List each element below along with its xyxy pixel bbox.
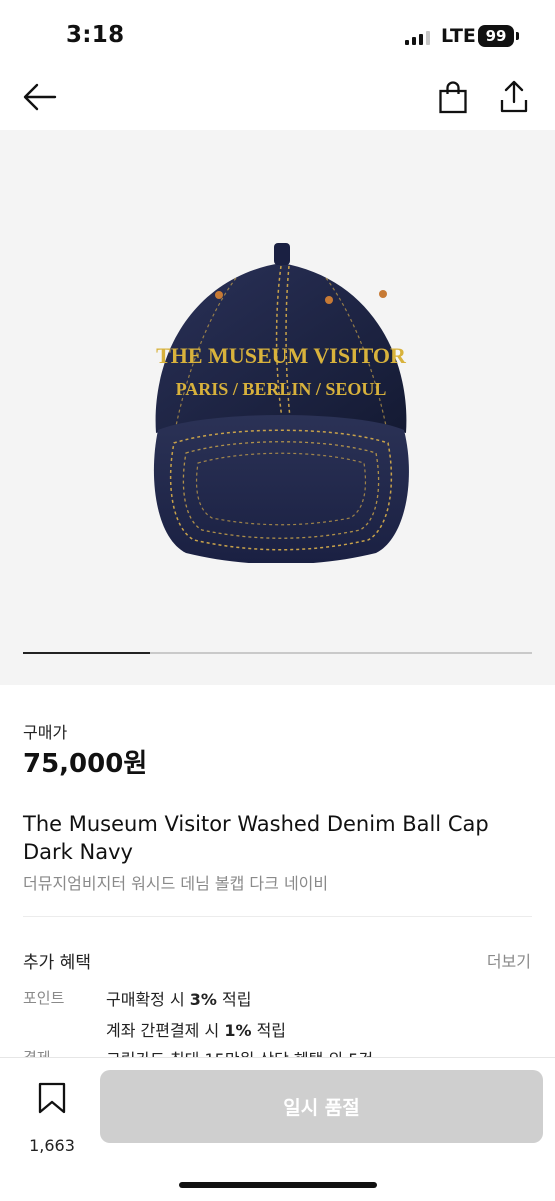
benefit-row-2-bold: 1% — [224, 1021, 252, 1040]
shopping-bag-icon[interactable] — [438, 81, 468, 114]
benefit-row-2: 계좌 간편결제 시 1% 적립 — [106, 1017, 286, 1041]
wishlist-button[interactable]: 1,663 — [24, 1082, 80, 1155]
product-image-carousel[interactable]: THE MUSEUM VISITOR PARIS / BERLIN / SEOU… — [0, 130, 555, 685]
share-icon[interactable] — [499, 80, 529, 114]
network-label: LTE — [441, 25, 476, 47]
battery-tip — [516, 32, 519, 40]
denim-ball-cap-image: THE MUSEUM VISITOR PARIS / BERLIN / SEOU… — [153, 243, 409, 563]
battery-icon: 99 — [478, 25, 514, 47]
product-title-ko: 더뮤지엄비지터 워시드 데님 볼캡 다크 네이비 — [23, 874, 329, 893]
bottom-action-bar: 1,663 일시 품절 — [0, 1057, 555, 1201]
price-value: 75,000원 — [23, 749, 148, 779]
point-label: 포인트 — [23, 989, 65, 1007]
status-time: 3:18 — [66, 22, 125, 48]
cap-text-line2: PARIS / BERLIN / SEOUL — [176, 379, 387, 399]
benefit-row-1-bold: 3% — [189, 990, 217, 1009]
price-label: 구매가 — [23, 723, 68, 742]
product-title-en: The Museum Visitor Washed Denim Ball Cap… — [23, 812, 489, 864]
benefit-row-2-pre: 계좌 간편결제 시 — [106, 1021, 225, 1040]
status-bar: 3:18 LTE 99 — [0, 0, 555, 70]
signal-icon — [405, 31, 430, 45]
divider — [23, 916, 532, 917]
bookmark-icon — [38, 1082, 66, 1114]
more-link[interactable]: 더보기 — [487, 948, 531, 972]
carousel-progress — [23, 652, 532, 654]
carousel-progress-fill — [23, 652, 151, 654]
wishlist-count: 1,663 — [29, 1136, 75, 1155]
benefit-row-1-pre: 구매확정 시 — [106, 990, 190, 1009]
sold-out-button[interactable]: 일시 품절 — [100, 1070, 543, 1143]
benefit-row-2-post: 적립 — [251, 1021, 287, 1040]
arrow-left-icon[interactable] — [22, 82, 58, 112]
home-indicator — [179, 1182, 377, 1188]
benefit-row-1: 구매확정 시 3% 적립 — [106, 986, 251, 1010]
benefits-title: 추가 혜택 — [23, 953, 91, 973]
top-nav — [0, 70, 555, 130]
benefit-row-1-post: 적립 — [216, 990, 252, 1009]
cap-text-line1: THE MUSEUM VISITOR — [156, 343, 407, 368]
